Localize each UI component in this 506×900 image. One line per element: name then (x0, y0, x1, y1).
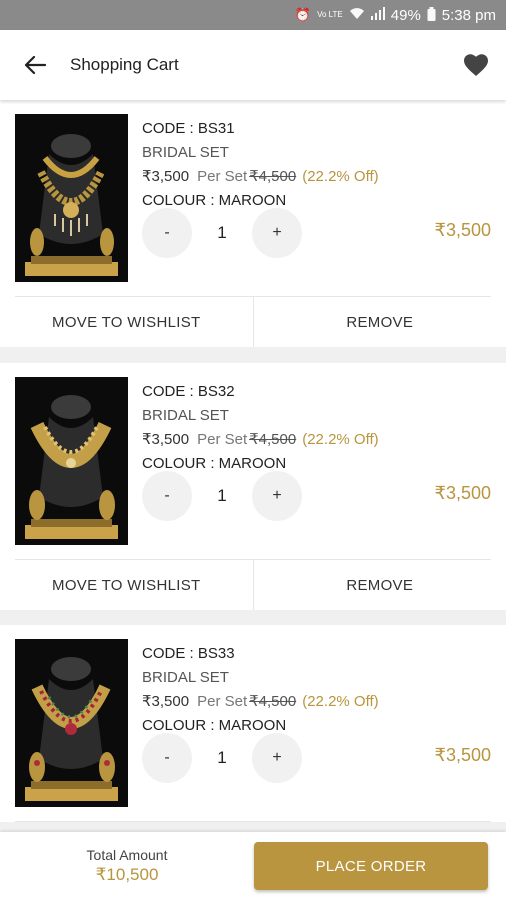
product-category: BRIDAL SET (142, 669, 229, 686)
battery-icon (427, 6, 436, 24)
price: ₹3,500 (142, 168, 190, 185)
cart-item: CODE : BS33 BRIDAL SET ₹3,500 Per Set ₹4,5… (0, 625, 506, 822)
product-image[interactable] (15, 377, 128, 545)
item-total: ₹3,500 (434, 745, 492, 765)
clock: 5:38 pm (441, 6, 496, 24)
total-summary: Total Amount ₹10,500 (0, 847, 254, 885)
product-image[interactable] (15, 114, 128, 282)
decrease-quantity-button[interactable]: - (142, 208, 192, 258)
wishlist-button[interactable] (446, 30, 506, 100)
divider (15, 559, 491, 560)
per-set-label: Per Set (197, 168, 248, 185)
cart-list[interactable]: CODE : BS31 BRIDAL SET ₹3,500 Per Set ₹4,5… (0, 100, 506, 832)
product-code: CODE : BS33 (142, 645, 235, 662)
increase-quantity-button[interactable]: + (252, 471, 302, 521)
increase-quantity-button[interactable]: + (252, 208, 302, 258)
arrow-left-icon (24, 55, 46, 75)
increase-quantity-button[interactable]: + (252, 733, 302, 783)
discount-badge: (22.2% Off) (302, 431, 379, 448)
price: ₹3,500 (142, 693, 190, 710)
total-label: Total Amount (86, 847, 168, 863)
move-to-wishlist-button[interactable]: MOVE TO WISHLIST (0, 297, 253, 347)
quantity-stepper: - 1 + (142, 471, 302, 521)
divider (15, 296, 491, 297)
signal-icon (370, 7, 385, 23)
quantity-value: 1 (217, 486, 227, 505)
wifi-icon (349, 7, 365, 23)
alarm-icon: ⏰ (294, 7, 312, 22)
decrease-quantity-button[interactable]: - (142, 733, 192, 783)
quantity-stepper: - 1 + (142, 733, 302, 783)
status-bar: ⏰ Vo LTE 49% 5:38 pm (0, 0, 506, 30)
product-code: CODE : BS31 (142, 120, 235, 137)
price: ₹3,500 (142, 431, 190, 448)
app-bar: Shopping Cart (0, 30, 506, 100)
cart-item: CODE : BS31 BRIDAL SET ₹3,500 Per Set ₹4,5… (0, 100, 506, 347)
product-image[interactable] (15, 639, 128, 807)
heart-icon (464, 54, 488, 76)
divider (15, 821, 491, 822)
item-total: ₹3,500 (434, 220, 492, 240)
total-amount: ₹10,500 (95, 865, 159, 884)
product-code: CODE : BS32 (142, 383, 235, 400)
volte-indicator: Vo LTE (317, 10, 343, 19)
original-price: ₹4,500 (249, 693, 297, 710)
per-set-label: Per Set (197, 431, 248, 448)
product-category: BRIDAL SET (142, 144, 229, 161)
back-button[interactable] (0, 30, 70, 100)
checkout-bar: Total Amount ₹10,500 PLACE ORDER (0, 832, 506, 900)
place-order-button[interactable]: PLACE ORDER (254, 842, 488, 890)
move-to-wishlist-button[interactable]: MOVE TO WISHLIST (0, 560, 253, 610)
discount-badge: (22.2% Off) (302, 168, 379, 185)
decrease-quantity-button[interactable]: - (142, 471, 192, 521)
discount-badge: (22.2% Off) (302, 693, 379, 710)
remove-button[interactable]: REMOVE (252, 560, 506, 610)
item-total: ₹3,500 (434, 483, 492, 503)
quantity-stepper: - 1 + (142, 208, 302, 258)
product-category: BRIDAL SET (142, 407, 229, 424)
cart-item: CODE : BS32 BRIDAL SET ₹3,500 Per Set ₹4,5… (0, 363, 506, 610)
original-price: ₹4,500 (249, 431, 297, 448)
per-set-label: Per Set (197, 693, 248, 710)
battery-percent: 49% (390, 6, 421, 24)
page-title: Shopping Cart (70, 55, 179, 74)
original-price: ₹4,500 (249, 168, 297, 185)
remove-button[interactable]: REMOVE (252, 297, 506, 347)
quantity-value: 1 (217, 223, 227, 242)
quantity-value: 1 (217, 748, 227, 767)
